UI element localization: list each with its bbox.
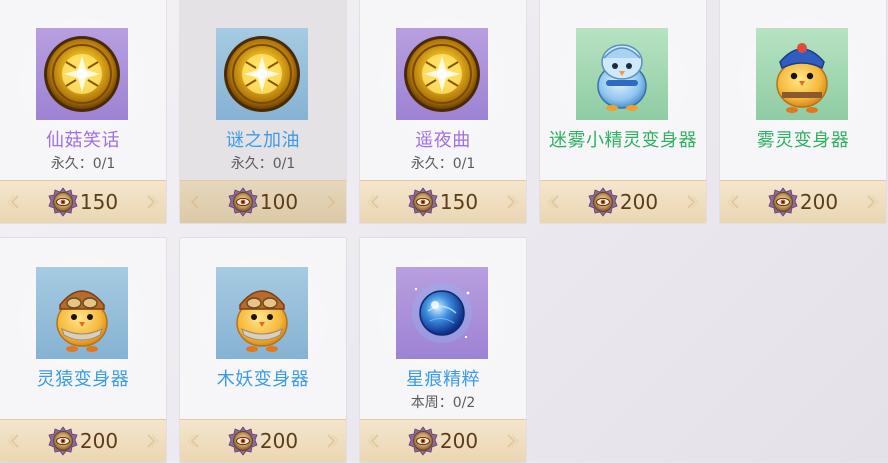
item-thumbnail: [396, 28, 488, 120]
item-name: 星痕精粹: [406, 369, 480, 390]
eye-coin-icon: [48, 187, 78, 217]
chevron-right-decoration-icon: [862, 193, 880, 211]
price-bar[interactable]: 200: [0, 419, 166, 462]
shop-item-card-selected[interactable]: 谜之加油 永久：0/1 100: [179, 0, 347, 224]
eye-coin-icon: [768, 187, 798, 217]
purchase-limit: 永久：0/1: [230, 156, 296, 172]
chevron-right-decoration-icon: [322, 193, 340, 211]
price-amount: 200: [259, 429, 299, 453]
price-bar[interactable]: 150: [0, 180, 166, 223]
price-bar[interactable]: 200: [360, 419, 526, 462]
eye-coin-icon: [228, 426, 258, 456]
item-name: 木妖变身器: [216, 369, 310, 390]
aviator-chick-icon: [36, 267, 128, 359]
price-bar[interactable]: 100: [180, 180, 346, 223]
chevron-left-decoration-icon: [6, 432, 24, 450]
price-amount: 200: [79, 429, 119, 453]
shop-item-card[interactable]: 木妖变身器 200: [179, 237, 347, 463]
blue-orb-icon: [396, 267, 488, 359]
shop-item-card[interactable]: 仙菇笑话 永久：0/1 150: [0, 0, 167, 224]
chevron-left-decoration-icon: [186, 193, 204, 211]
item-name: 迷雾小精灵变身器: [549, 130, 697, 151]
item-thumbnail: [36, 267, 128, 359]
price-amount: 200: [439, 429, 479, 453]
chevron-right-decoration-icon: [502, 193, 520, 211]
golden-disc-icon: [396, 28, 488, 120]
shop-item-card[interactable]: 星痕精粹 本周：0/2 200: [359, 237, 527, 463]
item-name: 谜之加油: [226, 130, 300, 151]
price-amount: 200: [619, 190, 659, 214]
eye-coin-icon: [48, 426, 78, 456]
price-amount: 150: [79, 190, 119, 214]
chevron-right-decoration-icon: [142, 432, 160, 450]
chevron-left-decoration-icon: [186, 432, 204, 450]
item-thumbnail: [576, 28, 668, 120]
shop-item-card[interactable]: 雾灵变身器 200: [719, 0, 887, 224]
price-amount: 100: [259, 190, 299, 214]
shop-item-card[interactable]: 迷雾小精灵变身器 200: [539, 0, 707, 224]
item-thumbnail: [396, 267, 488, 359]
eye-coin-icon: [408, 187, 438, 217]
golden-disc-icon: [36, 28, 128, 120]
price-bar[interactable]: 150: [360, 180, 526, 223]
chevron-right-decoration-icon: [502, 432, 520, 450]
price-bar[interactable]: 200: [540, 180, 706, 223]
purchase-limit: 永久：0/1: [410, 156, 476, 172]
eye-coin-icon: [228, 187, 258, 217]
shop-item-card[interactable]: 灵猿变身器 200: [0, 237, 167, 463]
price-amount: 200: [799, 190, 839, 214]
chevron-right-decoration-icon: [322, 432, 340, 450]
eye-coin-icon: [408, 426, 438, 456]
eye-coin-icon: [588, 187, 618, 217]
item-thumbnail: [756, 28, 848, 120]
item-thumbnail: [216, 267, 308, 359]
pilot-chick-icon: [756, 28, 848, 120]
chevron-right-decoration-icon: [682, 193, 700, 211]
item-thumbnail: [216, 28, 308, 120]
price-bar[interactable]: 200: [180, 419, 346, 462]
item-thumbnail: [36, 28, 128, 120]
price-amount: 150: [439, 190, 479, 214]
chevron-left-decoration-icon: [726, 193, 744, 211]
chevron-left-decoration-icon: [6, 193, 24, 211]
chevron-left-decoration-icon: [366, 193, 384, 211]
golden-disc-icon: [216, 28, 308, 120]
price-bar[interactable]: 200: [720, 180, 886, 223]
chevron-left-decoration-icon: [366, 432, 384, 450]
chevron-right-decoration-icon: [142, 193, 160, 211]
purchase-limit: 本周：0/2: [410, 395, 476, 411]
purchase-limit: 永久：0/1: [50, 156, 116, 172]
item-name: 遥夜曲: [415, 130, 471, 151]
shop-item-card[interactable]: 遥夜曲 永久：0/1 150: [359, 0, 527, 224]
item-name: 仙菇笑话: [46, 130, 120, 151]
item-name: 灵猿变身器: [36, 369, 130, 390]
aviator-chick-icon: [216, 267, 308, 359]
item-name: 雾灵变身器: [756, 130, 850, 151]
chevron-left-decoration-icon: [546, 193, 564, 211]
blue-chick-icon: [576, 28, 668, 120]
